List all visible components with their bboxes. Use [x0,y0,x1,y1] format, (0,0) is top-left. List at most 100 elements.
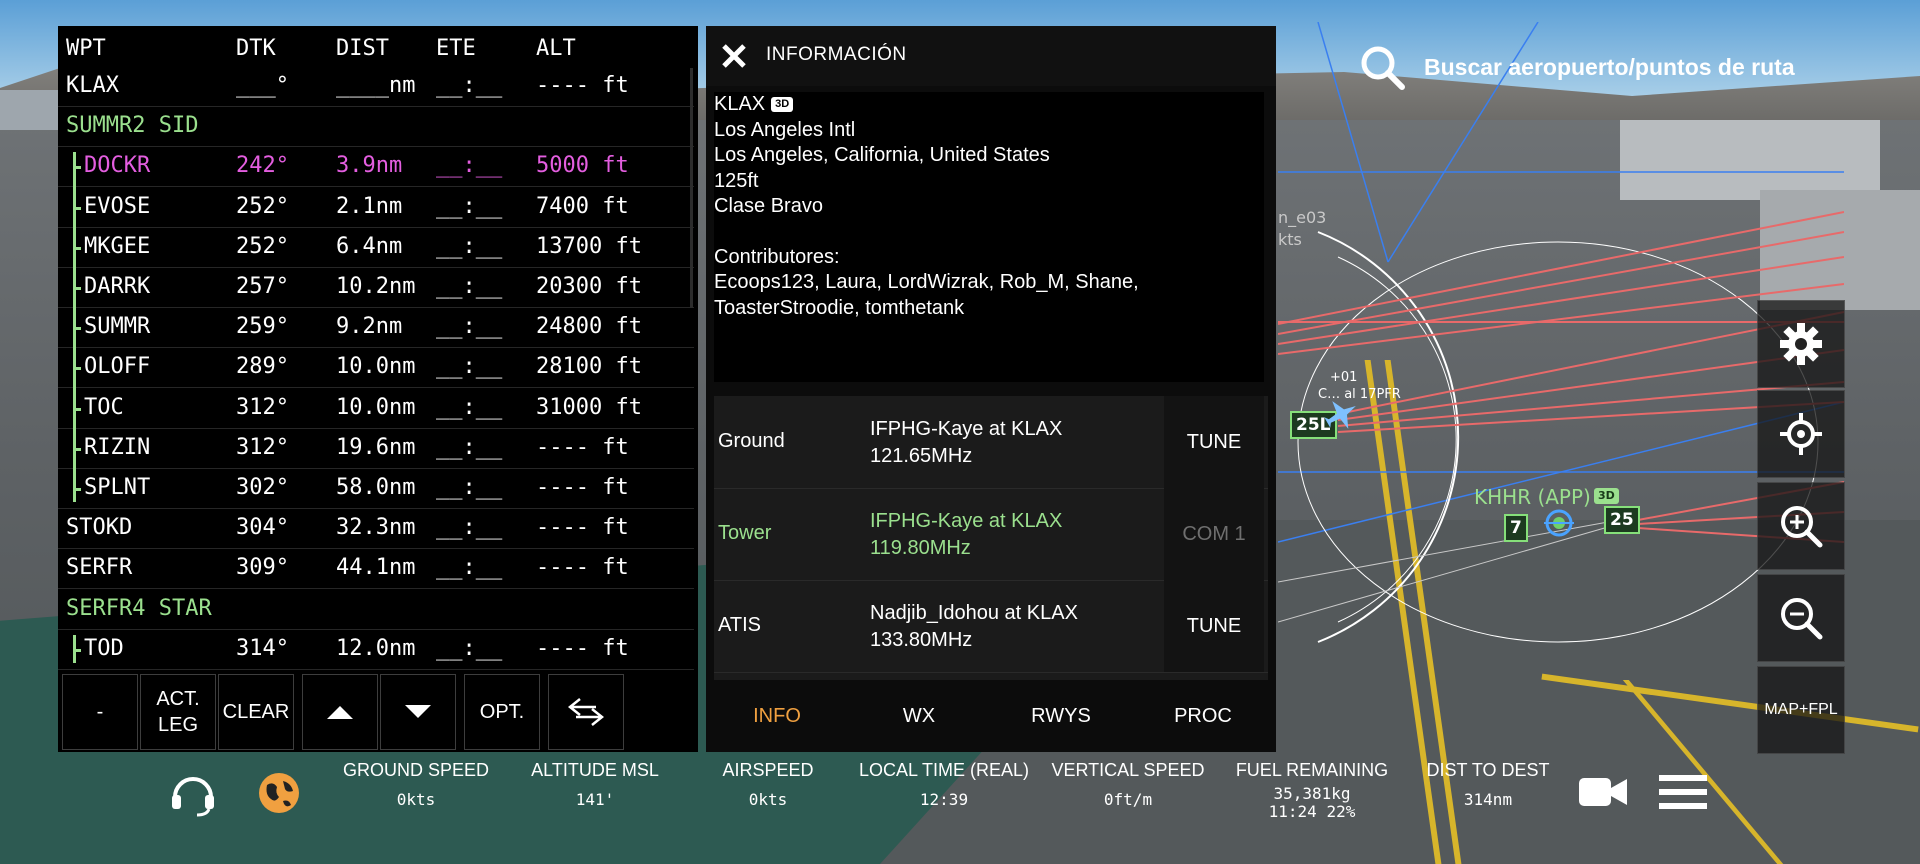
waypoint-wpt: TOC [84,394,124,420]
airspeed-value: 0kts [748,790,788,809]
column-header-dtk: DTK [236,36,276,61]
sid-leg-row[interactable]: OLOFF 289° 10.0nm __:__ 28100 ft [58,347,694,389]
airport-marker-icon[interactable] [1544,508,1574,538]
tab-proc[interactable]: PROC [1132,680,1274,752]
fuel-endurance-value: 11:24 22% [1268,802,1356,821]
waypoint-dtk: 314° [236,635,289,661]
altitude-value: 141' [575,790,615,809]
active-leg-row[interactable]: DOCKR 242° 3.9nm __:__ 5000 ft [58,146,694,188]
reverse-route-button[interactable] [548,674,624,750]
runway-badge: 7 [1504,514,1528,542]
airport-label[interactable]: KHHR (APP) [1474,485,1591,509]
airspeed-readout: AIRSPEED 0kts [688,760,848,809]
frequency-row[interactable]: Tower IFPHG-Kaye at KLAX 119.80MHz COM 1 [714,488,1268,581]
airport-icao: KLAX [714,93,766,115]
waypoint-wpt: OLOFF [84,354,151,380]
waypoint-alt: ---- ft [536,475,629,500]
waypoint-dist: 3.9nm [336,153,403,179]
airport-search[interactable]: Buscar aeropuerto/puntos de ruta [1340,30,1845,104]
controller-name: IFPHG-Kaye at KLAX [870,510,1063,532]
traffic-altitude-label: +01 [1330,370,1358,385]
activate-leg-button[interactable]: ACT. LEG [140,674,216,750]
zoom-in-button[interactable] [1757,482,1845,570]
main-menu-button[interactable] [1656,770,1710,814]
waypoint-ete: __:__ [436,354,503,380]
controller-info: IFPHG-Kaye at KLAX 121.65MHz [870,416,1062,470]
com1-indicator[interactable]: COM 1 [1164,488,1264,580]
sid-leg-row[interactable]: SUMMR 259° 9.2nm __:__ 24800 ft [58,307,694,349]
ghost-traffic-label: n_e03 [1278,208,1327,227]
airspace-class: Clase Bravo [714,195,823,217]
waypoint-alt: ---- ft [536,635,629,661]
tab-wx[interactable]: WX [848,680,990,752]
frequency-row[interactable]: ATIS Nadjib_Idohou at KLAX 133.80MHz TUNE [714,580,1268,673]
sid-header-row[interactable]: SUMMR2 SID [58,106,694,148]
sid-leg-row[interactable]: DARRK 257° 10.2nm __:__ 20300 ft [58,267,694,308]
waypoint-alt: 24800 ft [536,314,642,340]
enroute-row[interactable]: STOKD 304° 32.3nm __:__ ---- ft [58,508,694,550]
status-bar: GROUND SPEED 0kts ALTITUDE MSL 141' AIRS… [58,754,1858,864]
contributors-list: Ecoops123, Laura, LordWizrak, Rob_M, Sha… [714,271,1139,319]
frequency-value: 119.80MHz [870,537,971,559]
ghost-traffic-label: kts [1278,230,1302,249]
tune-button[interactable]: TUNE [1164,396,1264,488]
waypoint-wpt: RIZIN [84,434,151,460]
aircraft-icon [1324,401,1356,429]
star-header-row[interactable]: SERFR4 STAR [58,589,694,630]
gear-icon [1780,323,1822,365]
waypoint-alt: 20300 ft [536,274,642,299]
clear-button[interactable]: CLEAR [218,674,294,750]
tab-rwys[interactable]: RWYS [990,680,1132,752]
move-down-button[interactable] [380,674,456,750]
procedure-bracket [73,634,76,663]
video-camera-icon [1579,778,1627,806]
waypoint-ete: __:__ [436,635,503,661]
ground-speed-value: 0kts [396,790,436,809]
zoom-in-icon [1781,506,1823,548]
enroute-row[interactable]: SERFR 309° 44.1nm __:__ ---- ft [58,548,694,590]
waypoint-wpt: SPLNT [84,475,151,500]
move-up-button[interactable] [302,674,378,750]
waypoint-wpt: DOCKR [84,153,151,179]
star-leg-row[interactable]: TOD 314° 12.0nm __:__ ---- ft [58,629,694,670]
waypoint-dist: 58.0nm [336,475,416,500]
waypoint-dist: ____nm [336,73,416,98]
map-fpl-toggle-button[interactable]: MAP+FPL [1757,666,1845,754]
camera-button[interactable] [1576,770,1630,814]
column-header-dist: DIST [336,36,389,61]
swap-arrows-icon [567,698,605,726]
center-on-aircraft-button[interactable] [1757,390,1845,478]
terminal-building [0,90,60,130]
ground-speed-label: GROUND SPEED [342,760,490,780]
waypoint-dtk: 309° [236,555,289,581]
sid-leg-row[interactable]: SPLNT 302° 58.0nm __:__ ---- ft [58,468,694,509]
contributors-label: Contributores: [714,245,840,268]
waypoint-ete: __:__ [436,153,503,179]
airspeed-label: AIRSPEED [722,760,814,780]
options-button[interactable]: OPT. [464,674,540,750]
flight-plan-scrollbar[interactable] [690,68,693,308]
atc-headset-button[interactable] [168,768,218,818]
frequency-row[interactable]: Ground IFPHG-Kaye at KLAX 121.65MHz TUNE [714,396,1268,489]
tune-button[interactable]: TUNE [1164,580,1264,672]
close-icon[interactable] [720,42,748,70]
remove-waypoint-button[interactable]: - [62,674,138,750]
sid-leg-row[interactable]: RIZIN 312° 19.6nm __:__ ---- ft [58,428,694,469]
settings-button[interactable] [1757,300,1845,388]
frequency-value: 121.65MHz [870,445,973,467]
waypoint-dist: 44.1nm [336,555,416,581]
search-icon [1361,46,1405,90]
tab-info[interactable]: INFO [706,680,848,752]
crosshair-icon [1780,413,1822,455]
waypoint-dtk: 252° [236,193,289,219]
sid-leg-row[interactable]: EVOSE 252° 2.1nm __:__ 7400 ft [58,187,694,228]
sid-leg-row[interactable]: MKGEE 252° 6.4nm __:__ 13700 ft [58,227,694,268]
local-time-value: 12:39 [919,790,969,809]
waypoint-ete: __:__ [436,475,503,500]
sid-leg-row[interactable]: TOC 312° 10.0nm __:__ 31000 ft [58,388,694,429]
origin-row[interactable]: KLAX ___° ____nm __:__ ---- ft [58,66,694,107]
zoom-out-button[interactable] [1757,574,1845,662]
frequency-type: ATIS [718,614,761,636]
waypoint-dist: 10.0nm [336,354,416,380]
live-globe-button[interactable] [256,770,302,816]
